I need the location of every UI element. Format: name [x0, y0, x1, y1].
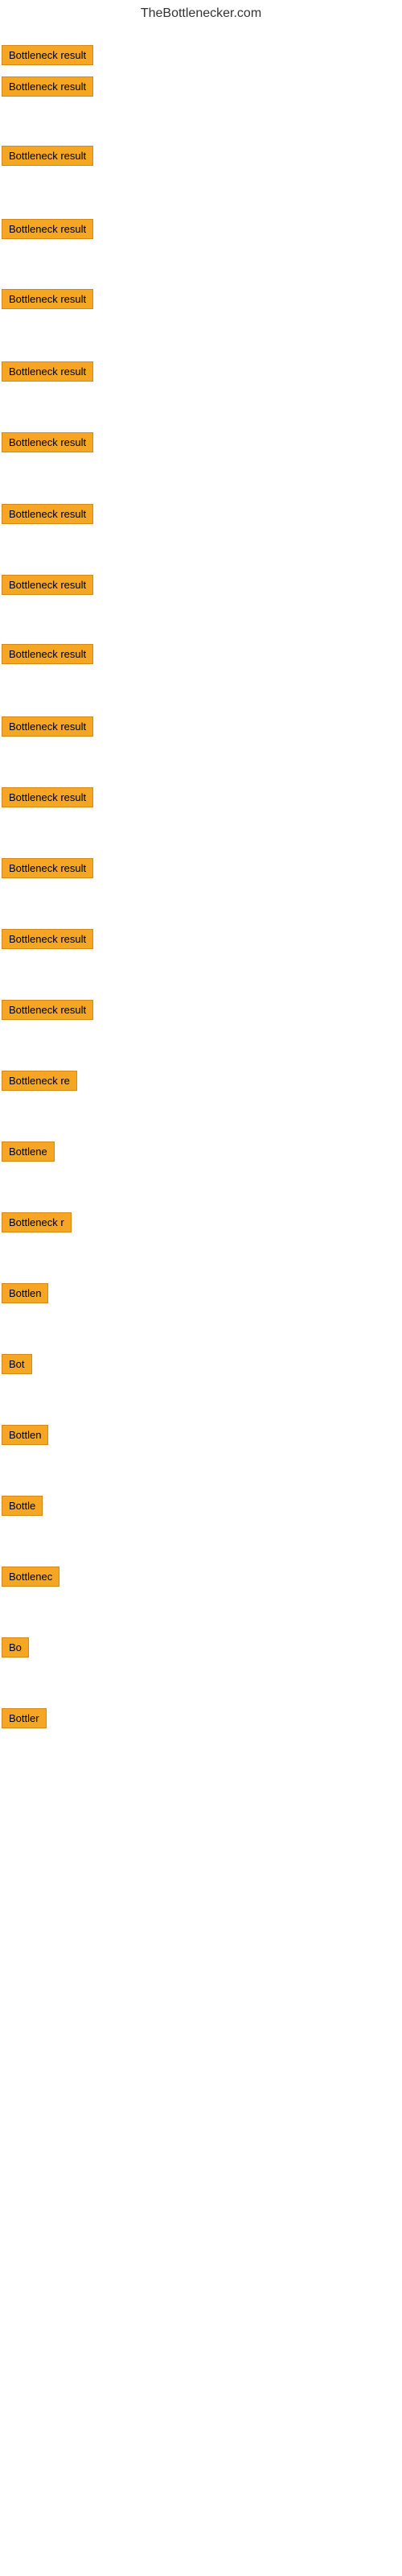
bottleneck-badge-5[interactable]: Bottleneck result: [2, 289, 93, 309]
bottleneck-item-9: Bottleneck result: [2, 575, 93, 599]
bottleneck-item-6: Bottleneck result: [2, 361, 93, 386]
bottleneck-badge-20[interactable]: Bot: [2, 1354, 32, 1374]
bottleneck-badge-3[interactable]: Bottleneck result: [2, 146, 93, 166]
bottleneck-item-17: Bottlene: [2, 1141, 55, 1166]
bottleneck-badge-21[interactable]: Bottlen: [2, 1425, 48, 1445]
site-title: TheBottlenecker.com: [0, 0, 402, 31]
bottleneck-item-24: Bo: [2, 1637, 29, 1662]
bottleneck-item-23: Bottlenec: [2, 1567, 59, 1591]
bottleneck-badge-19[interactable]: Bottlen: [2, 1283, 48, 1303]
bottleneck-item-11: Bottleneck result: [2, 716, 93, 741]
bottleneck-badge-12[interactable]: Bottleneck result: [2, 787, 93, 807]
bottleneck-item-3: Bottleneck result: [2, 146, 93, 170]
bottleneck-badge-25[interactable]: Bottler: [2, 1708, 47, 1728]
bottleneck-badge-9[interactable]: Bottleneck result: [2, 575, 93, 595]
bottleneck-badge-7[interactable]: Bottleneck result: [2, 432, 93, 452]
bottleneck-badge-22[interactable]: Bottle: [2, 1496, 43, 1516]
bottleneck-item-21: Bottlen: [2, 1425, 48, 1449]
bottleneck-item-14: Bottleneck result: [2, 929, 93, 953]
bottleneck-item-13: Bottleneck result: [2, 858, 93, 882]
bottleneck-badge-18[interactable]: Bottleneck r: [2, 1212, 72, 1232]
bottleneck-badge-8[interactable]: Bottleneck result: [2, 504, 93, 524]
bottleneck-badge-23[interactable]: Bottlenec: [2, 1567, 59, 1587]
bottleneck-item-8: Bottleneck result: [2, 504, 93, 528]
bottleneck-item-10: Bottleneck result: [2, 644, 93, 668]
bottleneck-badge-17[interactable]: Bottlene: [2, 1141, 55, 1162]
bottleneck-badge-4[interactable]: Bottleneck result: [2, 219, 93, 239]
bottleneck-badge-15[interactable]: Bottleneck result: [2, 1000, 93, 1020]
bottleneck-item-5: Bottleneck result: [2, 289, 93, 313]
bottleneck-item-7: Bottleneck result: [2, 432, 93, 456]
bottleneck-badge-13[interactable]: Bottleneck result: [2, 858, 93, 878]
bottleneck-item-25: Bottler: [2, 1708, 47, 1732]
bottleneck-item-12: Bottleneck result: [2, 787, 93, 811]
bottleneck-item-15: Bottleneck result: [2, 1000, 93, 1024]
bottleneck-item-19: Bottlen: [2, 1283, 48, 1307]
bottleneck-badge-10[interactable]: Bottleneck result: [2, 644, 93, 664]
bottleneck-badge-24[interactable]: Bo: [2, 1637, 29, 1657]
page-container: TheBottlenecker.com Bottleneck resultBot…: [0, 0, 402, 2576]
items-container: Bottleneck result Bottleneck result Bottle…: [0, 31, 402, 1773]
bottleneck-item-16: Bottleneck re: [2, 1071, 77, 1095]
bottleneck-item-20: Bot: [2, 1354, 32, 1378]
bottleneck-badge-2[interactable]: Bottleneck result: [2, 76, 93, 97]
bottleneck-badge-16[interactable]: Bottleneck re: [2, 1071, 77, 1091]
bottleneck-item-1: Bottleneck result: [2, 45, 93, 69]
bottleneck-item-4: Bottleneck result: [2, 219, 93, 243]
bottleneck-item-18: Bottleneck r: [2, 1212, 72, 1236]
bottleneck-badge-11[interactable]: Bottleneck result: [2, 716, 93, 737]
bottleneck-item-2: Bottleneck result: [2, 76, 93, 101]
bottleneck-badge-1[interactable]: Bottleneck result: [2, 45, 93, 65]
bottleneck-item-22: Bottle: [2, 1496, 43, 1520]
bottleneck-badge-6[interactable]: Bottleneck result: [2, 361, 93, 382]
bottleneck-badge-14[interactable]: Bottleneck result: [2, 929, 93, 949]
